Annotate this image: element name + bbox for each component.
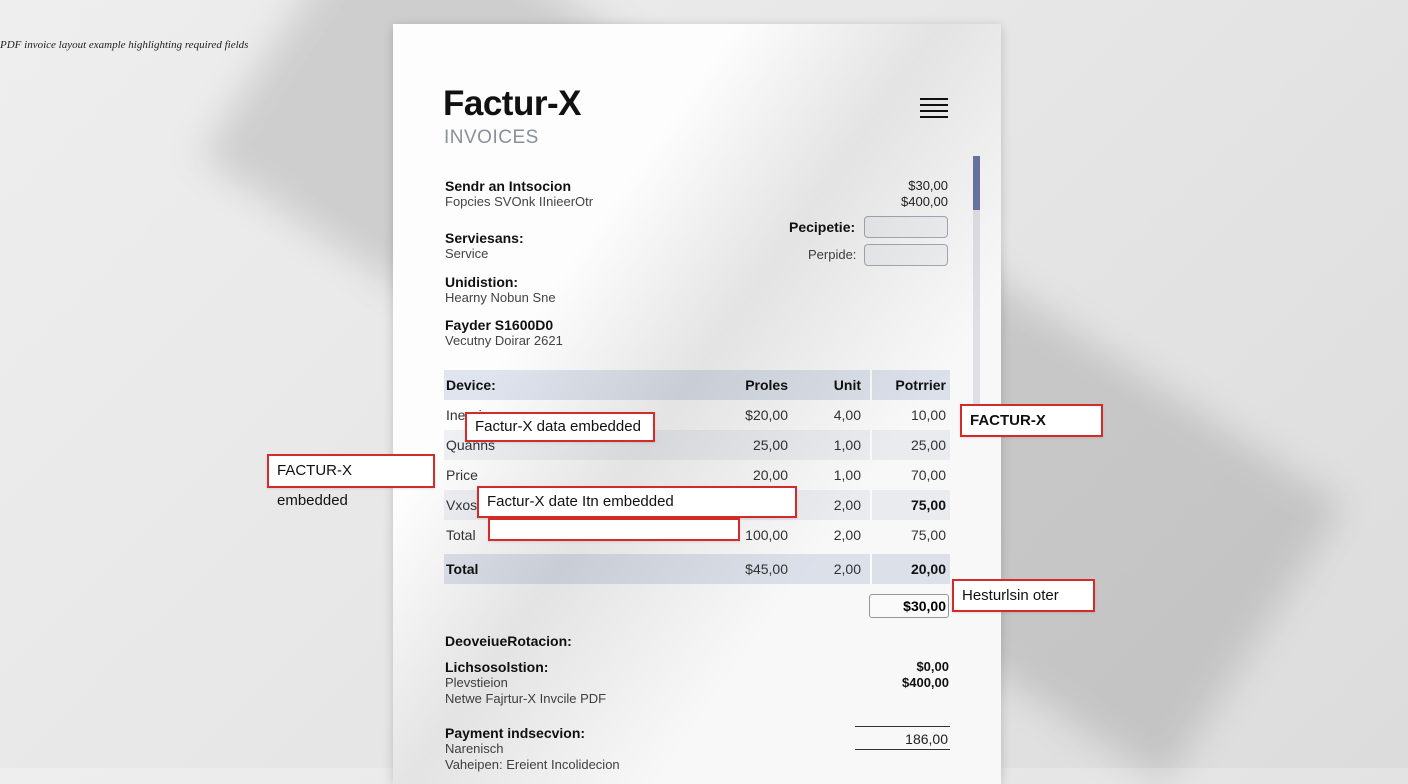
payment-line-1: Narenisch — [445, 741, 504, 756]
table-cell: Price — [446, 467, 478, 483]
table-cell: Total — [446, 527, 476, 543]
table-total-cell: Total — [446, 561, 479, 577]
table-cell: 25,00 — [752, 437, 788, 453]
scrollbar-thumb[interactable] — [973, 156, 980, 210]
invoice-page: Factur-X INVOICES Sendr an Intsocion Fop… — [393, 24, 1001, 784]
payer-line: Vecutny Doirar 2621 — [445, 333, 563, 348]
callout-heturlsin-oter: Hesturlsin oter — [952, 579, 1095, 612]
invoice-brand-subtitle: INVOICES — [444, 127, 539, 148]
payer-title: Fayder S1600D0 — [445, 317, 554, 333]
table-cell: 10,00 — [910, 407, 946, 423]
footer-list-line-1: Plevstieion — [445, 675, 508, 690]
services-title: Serviesans: — [445, 230, 524, 246]
table-total-cell: $45,00 — [745, 561, 788, 577]
callout-factur-x-embedded-left: FACTUR-X embedded — [267, 454, 435, 509]
table-total-cell: 20,00 — [910, 561, 946, 577]
payment-line-2: Vaheipen: Ereient Incolidecion — [445, 757, 620, 772]
table-cell: 4,00 — [833, 407, 861, 423]
hamburger-menu-icon[interactable] — [920, 98, 948, 122]
recipient-label: Pecipetie: — [789, 219, 856, 235]
payment-amount: 186,00 — [905, 731, 948, 747]
line-items-table: Device: Proles Unit Potrrier Inerr ion $… — [444, 370, 950, 584]
table-cell: $20,00 — [745, 407, 788, 423]
table-header-cell: Potrrier — [895, 377, 946, 393]
table-cell: 70,00 — [910, 467, 946, 483]
sender-line: Fopcies SVOnk IInieerOtr — [445, 194, 594, 209]
footer-amount-2: $400,00 — [902, 675, 949, 690]
footer-list-title: Lichsosolstion: — [445, 659, 549, 675]
footer-amount-1: $0,00 — [916, 659, 949, 674]
table-header-cell: Unit — [833, 377, 861, 393]
table-cell: 20,00 — [752, 467, 788, 483]
table-header-row: Device: Proles Unit Potrrier — [444, 370, 950, 400]
distribution-title: Unidistion: — [445, 274, 519, 290]
invoice-brand-title: Factur-X — [443, 84, 581, 123]
recipient-field[interactable] — [864, 216, 948, 238]
footer-section-title: DeoveiueRotacion: — [445, 633, 572, 649]
table-cell: 75,00 — [910, 497, 946, 513]
perpide-label: Perpide: — [808, 247, 857, 262]
table-cell: 2,00 — [833, 497, 861, 513]
callout-factur-x-right: FACTUR-X — [960, 404, 1103, 437]
distribution-line: Hearny Nobun Sne — [445, 290, 556, 305]
sender-title: Sendr an Intsocion — [445, 178, 572, 194]
callout-factur-x-date-embedded: Factur-X date Itn embedded — [477, 486, 797, 518]
callout-empty-box — [488, 518, 740, 541]
table-cell: 1,00 — [833, 437, 861, 453]
table-header-cell: Device: — [446, 377, 496, 393]
table-cell: 25,00 — [910, 437, 946, 453]
table-header-cell: Proles — [745, 377, 788, 393]
callout-factur-x-data-embedded: Factur-X data embedded — [465, 412, 655, 442]
table-cell: Vxos — [446, 497, 478, 513]
table-cell: 1,00 — [833, 467, 861, 483]
table-cell: 75,00 — [910, 527, 946, 543]
image-caption: PDF invoice layout example highlighting … — [0, 39, 249, 51]
scrollbar[interactable] — [973, 156, 980, 406]
footer-rule-bottom — [855, 749, 950, 750]
payment-title: Payment indsecvion: — [445, 725, 586, 741]
table-cell: 100,00 — [745, 527, 788, 543]
table-cell: 2,00 — [833, 527, 861, 543]
table-total-cell: 2,00 — [833, 561, 861, 577]
top-amount-1: $30,00 — [908, 178, 948, 193]
table-total-row: Total $45,00 2,00 20,00 — [444, 554, 950, 584]
grand-total-box: $30,00 — [869, 594, 949, 618]
services-line: Service — [445, 246, 489, 261]
footer-list-line-2: Netwe Fajrtur-X Invcile PDF — [445, 691, 607, 706]
footer-rule-top — [855, 726, 950, 727]
perpide-field[interactable] — [864, 244, 948, 266]
top-amount-2: $400,00 — [901, 194, 948, 209]
